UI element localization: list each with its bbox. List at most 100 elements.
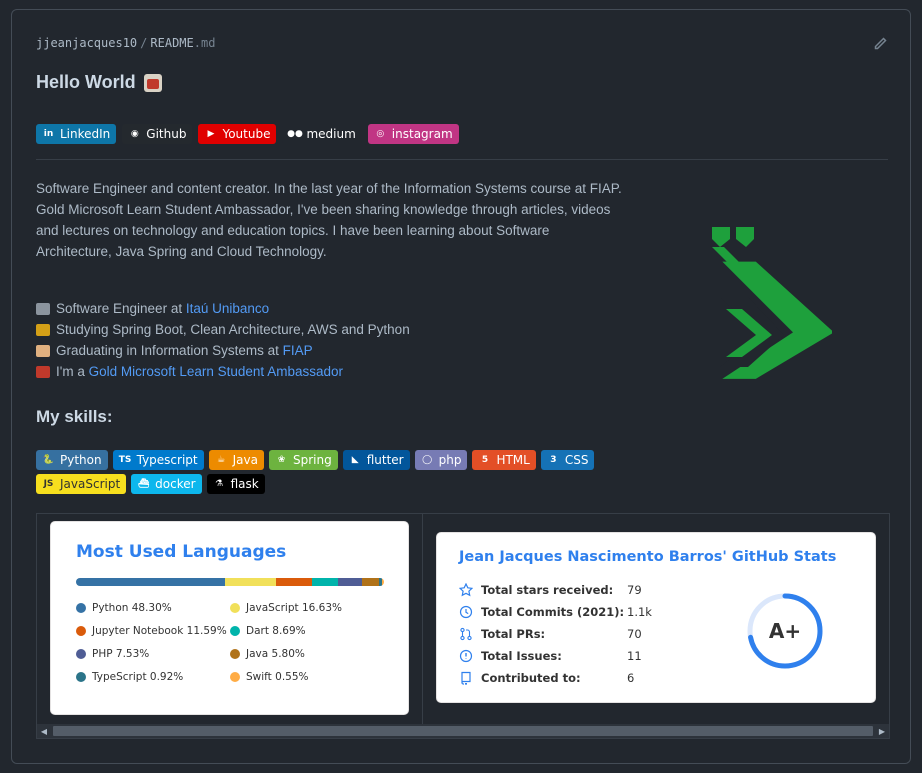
github-stat-row: Total stars received: 79 bbox=[459, 579, 652, 601]
file-name: README.md bbox=[150, 36, 215, 50]
clock-icon bbox=[459, 605, 473, 619]
github-stat-value: 11 bbox=[627, 649, 642, 663]
logo-square-right bbox=[736, 227, 754, 247]
stats-cell-divider bbox=[422, 514, 423, 724]
language-bar-segment-javascript bbox=[224, 578, 276, 586]
medium-icon: ●● bbox=[287, 129, 303, 139]
flutter-icon: ◣ bbox=[351, 455, 359, 465]
skills-row-2: JS JavaScript ⛴ docker ⚗ flask bbox=[36, 474, 265, 494]
file-name-base: README bbox=[150, 36, 194, 50]
bio-list-item: Software Engineer at Itaú Unibanco bbox=[36, 298, 410, 319]
language-color-dot bbox=[76, 672, 86, 682]
languages-title: Most Used Languages bbox=[76, 542, 287, 562]
github-stat-label: Total stars received: bbox=[481, 583, 614, 597]
language-bar-segment-python bbox=[76, 578, 225, 586]
socials-badge-instagram[interactable]: ◎ instagram bbox=[367, 124, 459, 144]
skills_row1-badge-label: HTML bbox=[496, 453, 530, 467]
social-badges: in LinkedIn ◉ Github ▶ Youtube ●● medium ◎ instag… bbox=[36, 124, 459, 144]
socials-badge-github[interactable]: ◉ Github bbox=[122, 124, 193, 144]
language-color-dot bbox=[230, 626, 240, 636]
github-stat-row: Total Commits (2021): 1.1k bbox=[459, 601, 652, 623]
scroll-left-arrow-icon[interactable]: ◀ bbox=[37, 724, 51, 738]
bio-list-link[interactable]: Itaú Unibanco bbox=[186, 301, 269, 316]
socials-badge-label: medium bbox=[306, 127, 356, 141]
socials-badge-linkedin[interactable]: in LinkedIn bbox=[36, 124, 117, 144]
skills_row1-badge-python[interactable]: 🐍 Python bbox=[36, 450, 108, 470]
skills_row1-badge-label: Java bbox=[232, 453, 258, 467]
java-icon: ☕ bbox=[217, 455, 226, 465]
divider bbox=[36, 159, 888, 160]
scroll-right-arrow-icon[interactable]: ▶ bbox=[875, 724, 889, 738]
logo-square-left bbox=[712, 227, 730, 247]
bio-list-prefix: Studying Spring Boot, Clean Architecture… bbox=[56, 322, 410, 337]
skills_row2-badge-docker[interactable]: ⛴ docker bbox=[131, 474, 202, 494]
language-bar-segment-php bbox=[338, 578, 362, 586]
skills_row1-badge-label: flutter bbox=[366, 453, 404, 467]
repo-owner-link[interactable]: jjeanjacques10 bbox=[36, 36, 137, 50]
github-stat-label: Total PRs: bbox=[481, 627, 546, 641]
language-color-dot bbox=[76, 626, 86, 636]
student-icon bbox=[36, 344, 50, 357]
path-separator: / bbox=[140, 36, 148, 50]
skills_row1-badge-java[interactable]: ☕ Java bbox=[208, 450, 264, 470]
socials-badge-label: instagram bbox=[391, 127, 453, 141]
edit-pencil-icon[interactable] bbox=[872, 36, 888, 52]
javascript-icon: JS bbox=[43, 479, 54, 489]
language-legend-label: Swift 0.55% bbox=[246, 671, 309, 683]
heading-text: Hello World bbox=[36, 72, 136, 92]
bio-list-text: Software Engineer at Itaú Unibanco bbox=[56, 298, 269, 319]
skills_row2-badge-label: JavaScript bbox=[60, 477, 121, 491]
skills-row-1: 🐍 Python TS Typescript ☕ Java ❀ Spring ◣ flutter ◯… bbox=[36, 450, 595, 470]
language-legend-item: JavaScript 16.63% bbox=[230, 602, 390, 614]
bio-list-link[interactable]: Gold Microsoft Learn Student Ambassador bbox=[89, 364, 343, 379]
language-legend-label: Dart 8.69% bbox=[246, 625, 306, 637]
language-legend-label: TypeScript 0.92% bbox=[92, 671, 184, 683]
instagram-icon: ◎ bbox=[376, 129, 385, 139]
spring-icon: ❀ bbox=[277, 455, 286, 465]
most-used-languages-card: Most Used Languages Python 48.30% JavaScr… bbox=[50, 521, 409, 715]
socials-badge-label: Github bbox=[146, 127, 187, 141]
github-stat-value: 6 bbox=[627, 671, 635, 685]
skills_row1-badge-css[interactable]: 3 CSS bbox=[540, 450, 595, 470]
html5-icon: 5 bbox=[481, 455, 489, 465]
scrollbar-thumb[interactable] bbox=[53, 726, 873, 736]
bio-list-item: I'm a Gold Microsoft Learn Student Ambas… bbox=[36, 361, 410, 382]
skills_row2-badge-flask[interactable]: ⚗ flask bbox=[206, 474, 265, 494]
skills_row1-badge-label: php bbox=[438, 453, 462, 467]
skills_row1-badge-flutter[interactable]: ◣ flutter bbox=[342, 450, 410, 470]
github-stats-title: Jean Jacques Nascimento Barros' GitHub S… bbox=[459, 549, 837, 565]
skills_row1-badge-html[interactable]: 5 HTML bbox=[472, 450, 536, 470]
brand-logo bbox=[712, 227, 832, 379]
bio-list-item: Studying Spring Boot, Clean Architecture… bbox=[36, 319, 410, 340]
skills_row2-badge-label: docker bbox=[155, 477, 196, 491]
language-legend-item: PHP 7.53% bbox=[76, 648, 230, 660]
bio-list-prefix: Software Engineer at bbox=[56, 301, 186, 316]
python-icon: 🐍 bbox=[42, 455, 55, 465]
bio-list-text: I'm a Gold Microsoft Learn Student Ambas… bbox=[56, 361, 343, 382]
rank-grade: A+ bbox=[768, 619, 802, 643]
language-legend-label: PHP 7.53% bbox=[92, 648, 150, 660]
docker-icon: ⛴ bbox=[137, 479, 150, 489]
language-bar-segment-java bbox=[361, 578, 380, 586]
github-stat-value: 70 bbox=[627, 627, 642, 641]
issue-icon bbox=[459, 649, 473, 663]
bio-list-text: Studying Spring Boot, Clean Architecture… bbox=[56, 319, 410, 340]
skills_row1-badge-spring[interactable]: ❀ Spring bbox=[268, 450, 338, 470]
language-color-dot bbox=[230, 649, 240, 659]
language-bar-segment-dart bbox=[311, 578, 339, 586]
skills_row1-badge-php[interactable]: ◯ php bbox=[414, 450, 468, 470]
php-icon: ◯ bbox=[422, 455, 433, 465]
socials-badge-medium[interactable]: ●● medium bbox=[282, 124, 362, 144]
socials-badge-youtube[interactable]: ▶ Youtube bbox=[198, 124, 277, 144]
github-stat-label: Contributed to: bbox=[481, 671, 581, 685]
language-legend-label: JavaScript 16.63% bbox=[246, 602, 343, 614]
pull-request-icon bbox=[460, 627, 472, 641]
skills_row1-badge-typescript[interactable]: TS Typescript bbox=[112, 450, 204, 470]
star-icon bbox=[459, 583, 473, 597]
bio-list-link[interactable]: FIAP bbox=[283, 343, 313, 358]
github-stat-row: Total PRs: 70 bbox=[459, 623, 652, 645]
github-stat-value: 1.1k bbox=[627, 605, 652, 619]
horizontal-scrollbar[interactable]: ◀ ▶ bbox=[37, 724, 889, 738]
skills_row2-badge-javascript[interactable]: JS JavaScript bbox=[36, 474, 127, 494]
file-extension: .md bbox=[193, 36, 216, 50]
